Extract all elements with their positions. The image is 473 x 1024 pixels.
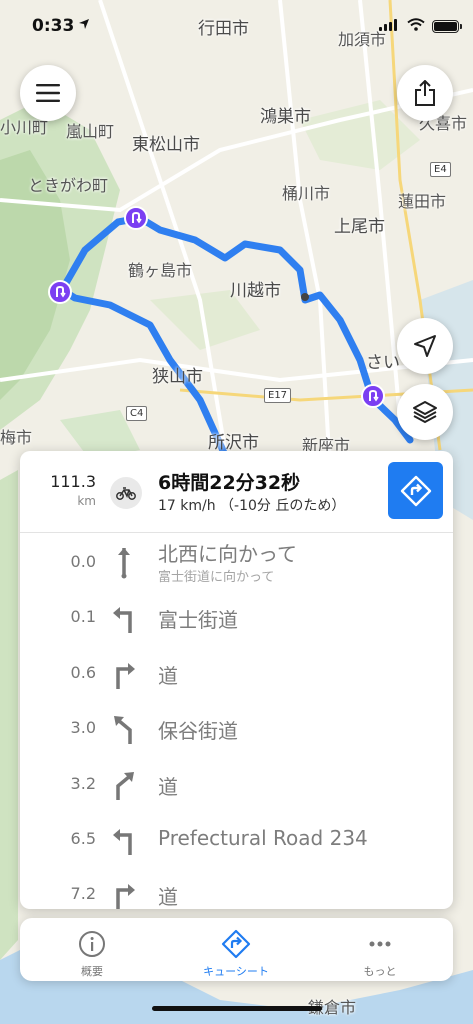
signal-icon [379, 19, 397, 31]
bicycle-badge [110, 477, 142, 509]
map-label-okegawa: 桶川市 [282, 184, 331, 203]
share-icon [415, 80, 435, 106]
location-arrow-icon [79, 19, 89, 29]
distance-unit: km [77, 494, 96, 508]
cue-distance: 7.2 [70, 884, 96, 904]
straight-arrow-icon [118, 548, 130, 579]
home-indicator [152, 1006, 322, 1011]
menu-button[interactable] [20, 65, 76, 121]
poi-marker-uturn[interactable] [48, 280, 72, 304]
turn-left-icon [113, 607, 132, 634]
status-time: 0:33 [32, 16, 75, 36]
route-duration: 6時間22分32秒 [158, 472, 301, 494]
total-distance: 111.3 [50, 472, 96, 491]
poi-marker-uturn[interactable] [361, 384, 385, 408]
cue-item[interactable]: 6.5 Prefectural Road 234 [20, 811, 453, 866]
directions-icon [400, 475, 431, 506]
cue-distance: 3.2 [70, 773, 96, 793]
cue-item[interactable]: 3.2 道 [20, 756, 453, 811]
cue-item[interactable]: 7.2 道 [20, 866, 453, 909]
cue-item[interactable]: 0.1 富士街道 [20, 589, 453, 644]
cue-instruction: 道 [158, 885, 178, 909]
cue-distance: 0.0 [70, 552, 96, 571]
turn-right-icon [116, 662, 135, 689]
cue-distance: 3.0 [70, 718, 96, 738]
map-label-ageo: 上尾市 [334, 217, 385, 237]
road-sign-e17: E17 [264, 388, 292, 403]
cue-list[interactable]: 0.0 北西に向かって 富士街道に向かって 0.1 富士街道 0.6 道 3.0… [20, 534, 453, 909]
cue-instruction: 保谷街道 [158, 719, 238, 744]
layers-button[interactable] [397, 384, 453, 440]
cue-instruction: Prefectural Road 234 [158, 825, 368, 850]
bicycle-icon [116, 487, 136, 500]
route-summary: 111.3 km 6時間22分32秒 17 km/h （-10分 丘のため） [20, 451, 453, 533]
layers-icon [413, 401, 437, 424]
cue-instruction: 北西に向かって [158, 542, 297, 566]
map-label-tokigawa: ときがわ町 [28, 176, 109, 195]
tab-overview[interactable]: 概要 [20, 918, 164, 981]
map-label-ranzan: 嵐山町 [66, 122, 115, 141]
uturn-icon [369, 389, 379, 402]
map-label-tsurugashima: 鶴ヶ島市 [128, 261, 193, 280]
map-label-tokorozawa: 所沢市 [208, 433, 259, 453]
tab-cue-sheet[interactable]: キューシート [164, 918, 308, 981]
route-speed: 17 km/h （-10分 丘のため） [158, 498, 346, 514]
map-label-higashimatsuyama: 東松山市 [132, 135, 200, 155]
cue-item[interactable]: 3.0 保谷街道 [20, 700, 453, 755]
cue-instruction: 富士街道 [158, 608, 238, 633]
uturn-icon [56, 285, 66, 298]
slight-left-icon [114, 716, 132, 745]
map-label-hasuda: 蓮田市 [398, 192, 447, 211]
cue-instruction: 道 [158, 774, 178, 799]
tab-bar: 概要 キューシート もっと [20, 918, 453, 981]
uturn-icon [132, 211, 142, 224]
tab-more[interactable]: もっと [308, 918, 452, 981]
wifi-icon [407, 18, 425, 31]
location-arrow-icon [414, 335, 436, 357]
status-bar: 0:33 [0, 0, 473, 44]
cue-item[interactable]: 0.6 道 [20, 645, 453, 700]
hamburger-icon [36, 84, 60, 102]
turn-right-icon [116, 884, 135, 909]
map-label-kawagoe: 川越市 [230, 281, 281, 301]
turn-left-icon [113, 828, 132, 855]
cue-distance: 0.6 [70, 662, 96, 682]
map-label-konosu: 鴻巣市 [260, 107, 311, 127]
cue-distance: 0.1 [70, 607, 96, 627]
road-sign-e4: E4 [430, 162, 451, 177]
battery-icon [432, 20, 462, 33]
map-label-saitama: さい [366, 353, 400, 373]
tab-label: キューシート [203, 965, 269, 978]
map-label-sayama: 狭山市 [152, 367, 203, 387]
directions-icon [221, 929, 251, 959]
tab-label: もっと [363, 965, 397, 978]
tab-label: 概要 [81, 965, 103, 978]
cue-instruction: 道 [158, 663, 178, 688]
cue-subtext: 富士街道に向かって [158, 570, 275, 585]
share-button[interactable] [397, 65, 453, 121]
start-navigation-button[interactable] [388, 462, 443, 519]
cue-sheet-panel[interactable]: 111.3 km 6時間22分32秒 17 km/h （-10分 丘のため） 0… [20, 451, 453, 909]
road-sign-c4: C4 [126, 406, 148, 421]
map-label-ome: 梅市 [0, 428, 33, 447]
info-icon [79, 931, 105, 957]
cue-distance: 6.5 [70, 828, 96, 848]
slight-right-icon [116, 771, 134, 800]
locate-button[interactable] [397, 318, 453, 374]
cue-item[interactable]: 0.0 北西に向かって 富士街道に向かって [20, 534, 453, 589]
poi-marker-uturn[interactable] [124, 206, 148, 230]
more-icon [369, 941, 391, 947]
